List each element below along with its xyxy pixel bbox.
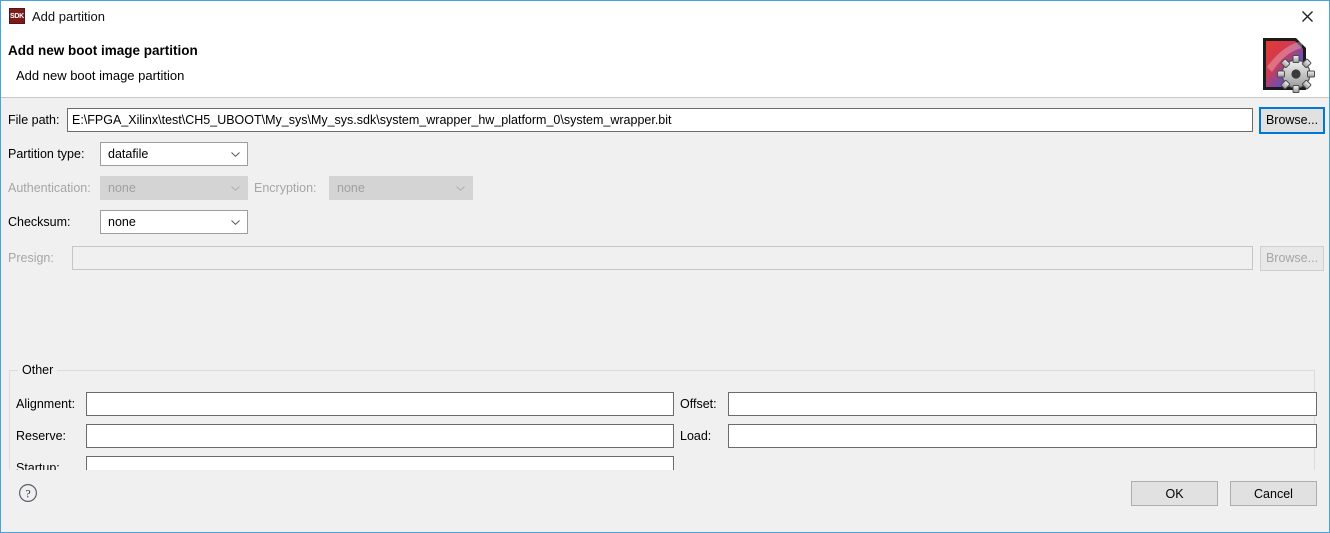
offset-label: Offset:: [680, 397, 717, 411]
svg-text:?: ?: [25, 486, 30, 500]
offset-input[interactable]: [728, 392, 1317, 416]
close-icon: [1301, 10, 1313, 22]
authentication-select[interactable]: none: [100, 176, 248, 200]
authentication-label: Authentication:: [8, 181, 91, 195]
file-path-label: File path:: [8, 113, 60, 127]
sdk-app-icon-label: SDK: [10, 12, 24, 20]
reserve-input[interactable]: [86, 424, 674, 448]
checksum-value: none: [108, 215, 136, 229]
help-icon[interactable]: ?: [18, 483, 38, 503]
dialog-footer: ? OK Cancel: [1, 470, 1329, 532]
alignment-offset-row: Alignment: Offset:: [1, 391, 1329, 417]
presign-browse-button[interactable]: Browse...: [1260, 245, 1324, 271]
load-input[interactable]: [728, 424, 1317, 448]
checksum-label: Checksum:: [8, 215, 71, 229]
partition-type-label: Partition type:: [8, 147, 85, 161]
chevron-down-icon: [231, 220, 240, 225]
window-title: Add partition: [32, 8, 105, 24]
partition-type-select[interactable]: datafile: [100, 142, 248, 166]
encryption-label: Encryption:: [254, 181, 317, 195]
chevron-down-icon: [231, 186, 240, 191]
authentication-encryption-row: Authentication: none Encryption: none: [1, 175, 1329, 201]
other-group-label: Other: [18, 363, 58, 377]
boot-image-partition-icon: [1263, 38, 1315, 93]
encryption-select[interactable]: none: [329, 176, 473, 200]
cancel-button[interactable]: Cancel: [1230, 481, 1317, 506]
reserve-load-row: Reserve: Load:: [1, 423, 1329, 449]
sdk-app-icon: SDK: [9, 8, 25, 24]
dialog-body: File path: Browse... Partition type: dat…: [1, 98, 1329, 490]
page-description: Add new boot image partition: [16, 68, 185, 83]
checksum-select[interactable]: none: [100, 210, 248, 234]
authentication-value: none: [108, 181, 136, 195]
partition-type-row: Partition type: datafile: [1, 141, 1329, 167]
partition-type-value: datafile: [108, 147, 149, 161]
page-title: Add new boot image partition: [8, 43, 198, 58]
file-path-row: File path: Browse...: [1, 107, 1329, 133]
alignment-label: Alignment:: [16, 397, 76, 411]
file-path-browse-button[interactable]: Browse...: [1260, 107, 1324, 133]
chevron-down-icon: [231, 152, 240, 157]
add-partition-dialog: SDK Add partition Add new boot image par…: [0, 0, 1330, 533]
presign-row: Presign: Browse...: [1, 245, 1329, 271]
presign-label: Presign:: [8, 251, 54, 265]
file-path-input[interactable]: [67, 108, 1253, 132]
chevron-down-icon: [456, 186, 465, 191]
encryption-value: none: [337, 181, 365, 195]
checksum-row: Checksum: none: [1, 209, 1329, 235]
close-button[interactable]: [1285, 1, 1329, 31]
alignment-input[interactable]: [86, 392, 674, 416]
reserve-label: Reserve:: [16, 429, 67, 443]
dialog-header-banner: Add new boot image partition Add new boo…: [1, 31, 1329, 98]
load-label: Load:: [680, 429, 712, 443]
ok-button[interactable]: OK: [1131, 481, 1218, 506]
title-bar: SDK Add partition: [1, 1, 1329, 31]
presign-input[interactable]: [72, 246, 1253, 270]
